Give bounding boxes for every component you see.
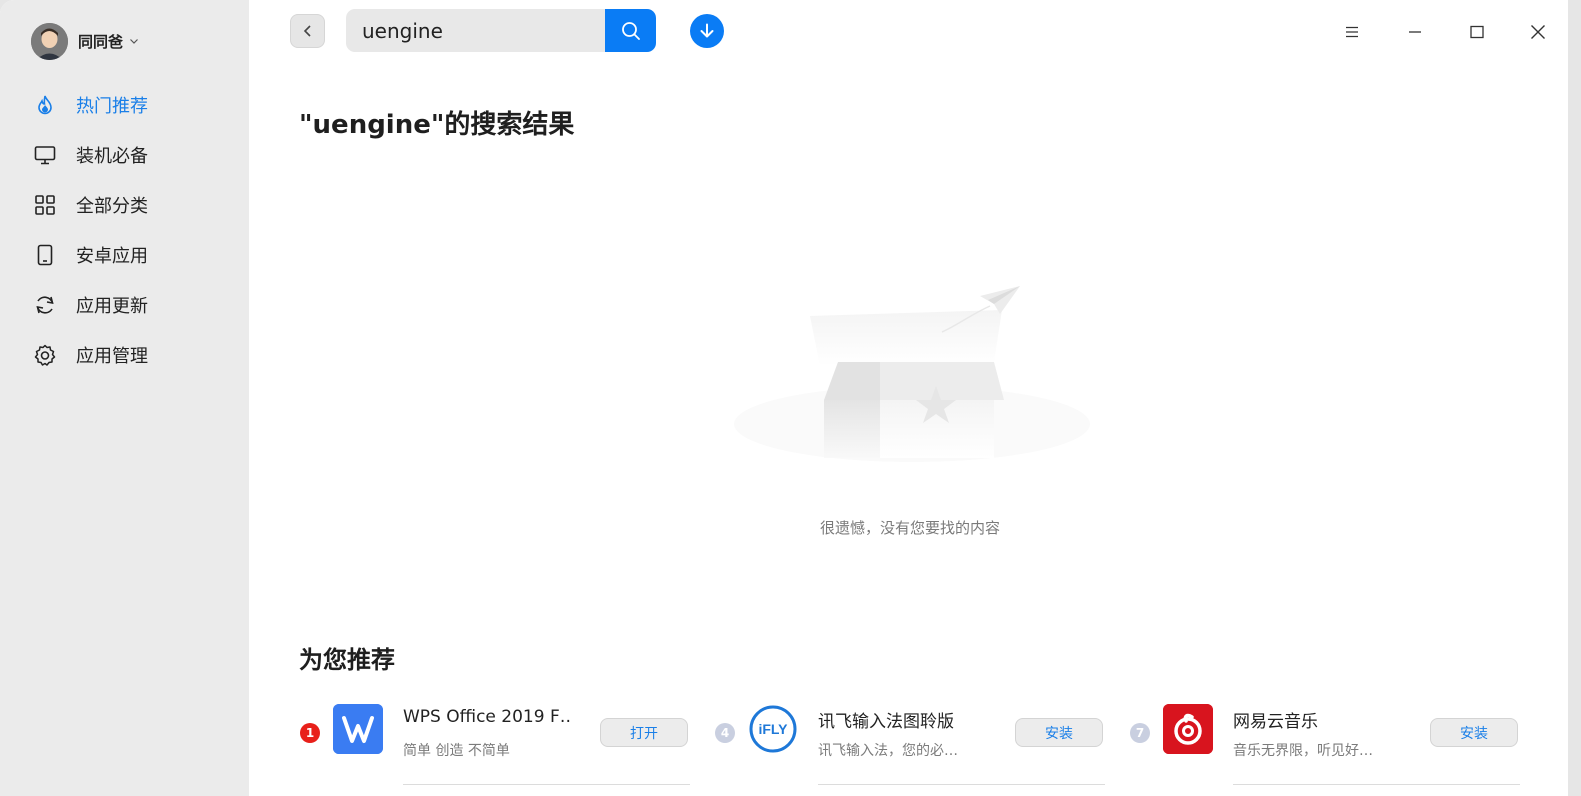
flame-icon <box>33 93 57 117</box>
rank-badge: 4 <box>715 723 735 743</box>
recommend-item: 1 WPS Office 2019 F… 简单 创造 不简单 打开 <box>300 700 700 790</box>
avatar <box>31 22 68 60</box>
install-button[interactable]: 安装 <box>1430 718 1518 747</box>
sidebar-item-label: 装机必备 <box>76 146 148 167</box>
app-name[interactable]: 讯飞输入法图聆版 <box>818 707 986 732</box>
close-button[interactable] <box>1522 16 1554 48</box>
phone-icon <box>33 243 57 267</box>
search-input[interactable] <box>362 18 592 43</box>
grid-icon <box>33 193 57 217</box>
sidebar: 同同爸 热门推荐 装机必备 全部分类 安卓应用 应用更新 应用管理 <box>0 0 249 796</box>
back-button[interactable] <box>290 14 325 48</box>
rank-badge: 7 <box>1130 723 1150 743</box>
sidebar-item-label: 应用更新 <box>76 296 148 317</box>
search-box <box>346 9 606 52</box>
app-window: 同同爸 热门推荐 装机必备 全部分类 安卓应用 应用更新 应用管理 uengin… <box>0 0 1568 796</box>
app-description: 音乐无界限，听见好… <box>1233 743 1373 759</box>
recommend-title: 为您推荐 <box>299 646 395 674</box>
sidebar-item-label: 安卓应用 <box>76 246 148 267</box>
chevron-left-icon <box>303 25 311 37</box>
download-button[interactable] <box>690 14 724 48</box>
install-button[interactable]: 安装 <box>1015 718 1103 747</box>
desktop-edge <box>1568 0 1581 796</box>
close-icon <box>1531 25 1545 39</box>
svg-text:iFLY: iFLY <box>758 721 788 737</box>
menu-button[interactable] <box>1336 16 1368 48</box>
recommend-item: 7 网易云音乐 音乐无界限，听见好… 安装 <box>1130 700 1530 790</box>
search-icon <box>621 21 640 40</box>
menu-icon <box>1346 26 1358 38</box>
sidebar-nav: 热门推荐 装机必备 全部分类 安卓应用 应用更新 应用管理 <box>0 80 249 380</box>
user-menu[interactable]: 同同爸 <box>31 22 139 60</box>
netease-music-icon[interactable] <box>1163 704 1213 754</box>
rank-badge: 1 <box>300 723 320 743</box>
sidebar-item-hot[interactable]: 热门推荐 <box>0 80 249 130</box>
sidebar-item-manage[interactable]: 应用管理 <box>0 330 249 380</box>
divider <box>403 784 690 785</box>
divider <box>818 784 1105 785</box>
app-name[interactable]: WPS Office 2019 F… <box>403 707 571 727</box>
gear-icon <box>33 343 57 367</box>
sidebar-item-label: 全部分类 <box>76 196 148 217</box>
sidebar-item-categories[interactable]: 全部分类 <box>0 180 249 230</box>
sidebar-item-essentials[interactable]: 装机必备 <box>0 130 249 180</box>
minimize-button[interactable] <box>1399 16 1431 48</box>
maximize-icon <box>1470 25 1484 39</box>
empty-box-illustration <box>734 286 1090 462</box>
search-results-title: "uengine"的搜索结果 <box>299 110 575 140</box>
app-name[interactable]: 网易云音乐 <box>1233 707 1401 732</box>
refresh-icon <box>33 293 57 317</box>
sidebar-item-android[interactable]: 安卓应用 <box>0 230 249 280</box>
minimize-icon <box>1409 31 1421 33</box>
monitor-icon <box>33 143 57 167</box>
ifly-icon[interactable]: iFLY <box>748 704 798 754</box>
app-description: 讯飞输入法，您的必… <box>818 743 958 759</box>
empty-result-message: 很遗憾，没有您要找的内容 <box>819 519 1000 537</box>
chevron-down-icon <box>130 39 138 44</box>
open-button[interactable]: 打开 <box>600 718 688 747</box>
wps-icon[interactable] <box>333 704 383 754</box>
recommend-item: 4 iFLY 讯飞输入法图聆版 讯飞输入法，您的必… 安装 <box>715 700 1115 790</box>
search-button[interactable] <box>605 9 656 52</box>
username: 同同爸 <box>78 32 124 51</box>
app-description: 简单 创造 不简单 <box>403 743 510 759</box>
divider <box>1233 784 1520 785</box>
sidebar-item-updates[interactable]: 应用更新 <box>0 280 249 330</box>
sidebar-item-label: 应用管理 <box>76 346 148 367</box>
sidebar-item-label: 热门推荐 <box>76 96 148 117</box>
maximize-button[interactable] <box>1461 16 1493 48</box>
download-arrow-icon <box>700 23 714 38</box>
